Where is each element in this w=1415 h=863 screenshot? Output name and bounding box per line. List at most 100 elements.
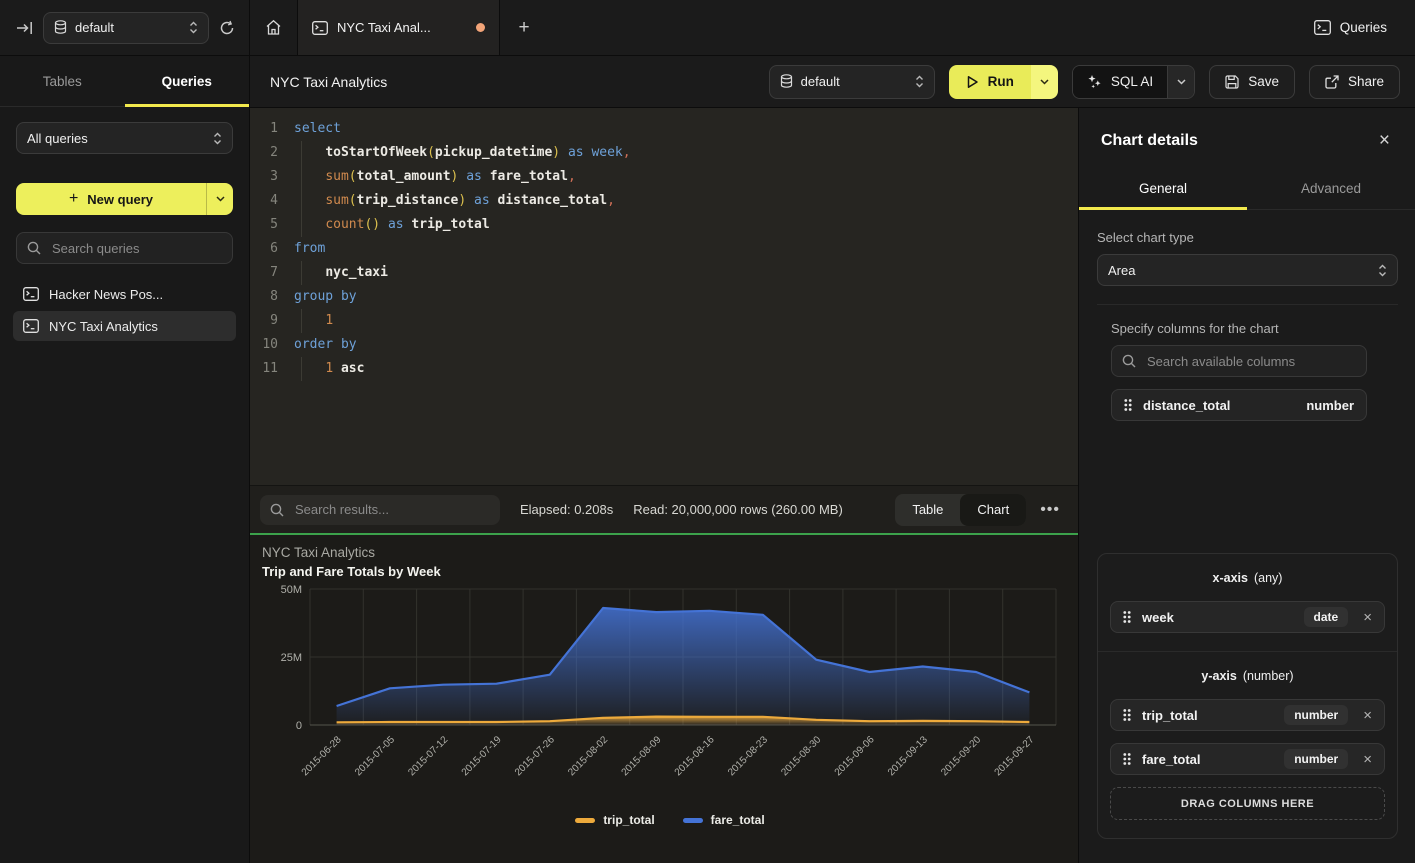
code-lines: 1select2 toStartOfWeek(pickup_datetime) … — [250, 117, 1078, 381]
sql-ai-dropdown[interactable] — [1167, 66, 1194, 98]
code-line: 2 toStartOfWeek(pickup_datetime) as week… — [250, 141, 1078, 165]
drag-handle-icon[interactable] — [1123, 709, 1131, 721]
code-text: from — [294, 237, 325, 261]
topbar-database-selector[interactable]: default — [43, 12, 209, 44]
tab-advanced[interactable]: Advanced — [1247, 169, 1415, 209]
search-icon — [270, 503, 284, 517]
line-number: 4 — [250, 189, 278, 213]
query-list-item-label: Hacker News Pos... — [49, 287, 163, 302]
y-axis-chips: trip_totalnumber×fare_totalnumber× — [1110, 699, 1385, 775]
chart-details-title: Chart details — [1101, 132, 1198, 150]
view-toggle: Table Chart — [895, 494, 1026, 526]
view-toggle-chart[interactable]: Chart — [960, 494, 1026, 526]
columns-label: Specify columns for the chart — [1111, 321, 1367, 336]
query-list-item[interactable]: NYC Taxi Analytics — [13, 311, 236, 341]
legend-item-fare_total[interactable]: fare_total — [683, 813, 765, 827]
chart-type-value: Area — [1108, 263, 1370, 278]
code-line: 11 1 asc — [250, 357, 1078, 381]
column-search-input[interactable] — [1145, 353, 1356, 370]
line-number: 11 — [250, 357, 278, 381]
x-axis-title: x-axis(any) — [1110, 564, 1385, 589]
content-row: 1select2 toStartOfWeek(pickup_datetime) … — [250, 108, 1415, 863]
new-query-button[interactable]: + New query — [16, 183, 233, 215]
drag-handle-icon[interactable] — [1123, 753, 1131, 765]
remove-column-icon[interactable]: × — [1363, 708, 1372, 723]
line-number: 5 — [250, 213, 278, 237]
code-line: 5 count() as trip_total — [250, 213, 1078, 237]
line-number: 9 — [250, 309, 278, 333]
indent-guide — [301, 261, 302, 285]
indent-guide — [301, 357, 302, 381]
svg-text:25M: 25M — [281, 652, 302, 664]
indent-guide — [301, 189, 302, 213]
code-line: 6from — [250, 237, 1078, 261]
line-number: 7 — [250, 261, 278, 285]
collapse-sidebar-icon[interactable] — [16, 21, 33, 35]
column-chip-fare_total[interactable]: fare_totalnumber× — [1110, 743, 1385, 775]
chart-type-label: Select chart type — [1097, 230, 1398, 245]
column-name: distance_total — [1143, 398, 1230, 413]
code-line: 8group by — [250, 285, 1078, 309]
legend-item-trip_total[interactable]: trip_total — [575, 813, 654, 827]
tab-label: NYC Taxi Anal... — [337, 20, 467, 35]
column-search[interactable] — [1111, 345, 1367, 377]
search-icon — [1122, 354, 1136, 368]
refresh-icon[interactable] — [219, 20, 235, 36]
svg-text:2015-09-20: 2015-09-20 — [939, 734, 983, 778]
column-name: fare_total — [1142, 752, 1201, 767]
query-list: Hacker News Pos... NYC Taxi Analytics — [0, 277, 249, 343]
column-type-badge: number — [1284, 705, 1348, 725]
chart-type-select[interactable]: Area — [1097, 254, 1398, 286]
share-label: Share — [1348, 74, 1384, 89]
chart-svg-container: 025M50M2015-06-282015-07-052015-07-12201… — [262, 579, 1078, 813]
run-button-main[interactable]: Run — [949, 65, 1031, 99]
code-line: 10order by — [250, 333, 1078, 357]
toolbar-database-selector[interactable]: default — [769, 65, 935, 99]
legend-label: fare_total — [711, 813, 765, 827]
sidebar-tab-tables[interactable]: Tables — [0, 56, 125, 106]
remove-column-icon[interactable]: × — [1363, 610, 1372, 625]
run-dropdown[interactable] — [1031, 65, 1058, 99]
query-list-item[interactable]: Hacker News Pos... — [13, 279, 236, 309]
topbar-left: default — [0, 0, 250, 55]
home-tab[interactable] — [250, 0, 298, 55]
new-query-dropdown[interactable] — [206, 183, 233, 215]
new-query-label: New query — [87, 192, 153, 207]
sql-editor[interactable]: 1select2 toStartOfWeek(pickup_datetime) … — [250, 108, 1078, 485]
code-line: 4 sum(trip_distance) as distance_total, — [250, 189, 1078, 213]
view-toggle-table[interactable]: Table — [895, 494, 960, 526]
save-button[interactable]: Save — [1209, 65, 1295, 99]
column-chip-trip_total[interactable]: trip_totalnumber× — [1110, 699, 1385, 731]
column-chip-distance_total[interactable]: distance_totalnumber — [1111, 389, 1367, 421]
sidebar-tab-queries[interactable]: Queries — [125, 56, 250, 106]
sql-ai-button[interactable]: SQL AI — [1072, 65, 1195, 99]
legend-label: trip_total — [603, 813, 654, 827]
database-icon — [54, 20, 67, 35]
results-search-input[interactable] — [293, 501, 490, 518]
run-button[interactable]: Run — [949, 65, 1058, 99]
drag-handle-icon[interactable] — [1123, 611, 1131, 623]
svg-text:2015-08-30: 2015-08-30 — [779, 734, 823, 778]
sidebar-search-input[interactable] — [50, 240, 222, 257]
query-filter-select[interactable]: All queries — [16, 122, 233, 154]
drop-zone[interactable]: DRAG COLUMNS HERE — [1110, 787, 1385, 820]
sql-ai-label: SQL AI — [1111, 74, 1153, 89]
close-icon[interactable]: × — [1379, 131, 1390, 150]
results-search[interactable] — [260, 495, 500, 525]
sidebar-search[interactable] — [16, 232, 233, 264]
remove-column-icon[interactable]: × — [1363, 752, 1372, 767]
share-button[interactable]: Share — [1309, 65, 1400, 99]
more-options-icon[interactable]: ••• — [1038, 501, 1062, 519]
drag-handle-icon[interactable] — [1124, 399, 1132, 411]
queries-button[interactable]: Queries — [1314, 0, 1415, 55]
column-chip-week[interactable]: weekdate× — [1110, 601, 1385, 633]
save-label: Save — [1248, 74, 1279, 89]
new-query-main[interactable]: + New query — [16, 183, 206, 215]
sql-ai-main[interactable]: SQL AI — [1073, 66, 1167, 98]
line-number: 1 — [250, 117, 278, 141]
new-tab-button[interactable]: + — [500, 0, 548, 55]
tab-nyc-taxi-analytics[interactable]: NYC Taxi Anal... — [298, 0, 500, 55]
chart-subtitle: Trip and Fare Totals by Week — [262, 564, 1078, 579]
results-toolbar: Elapsed: 0.208s Read: 20,000,000 rows (2… — [250, 485, 1078, 533]
tab-general[interactable]: General — [1079, 169, 1247, 209]
